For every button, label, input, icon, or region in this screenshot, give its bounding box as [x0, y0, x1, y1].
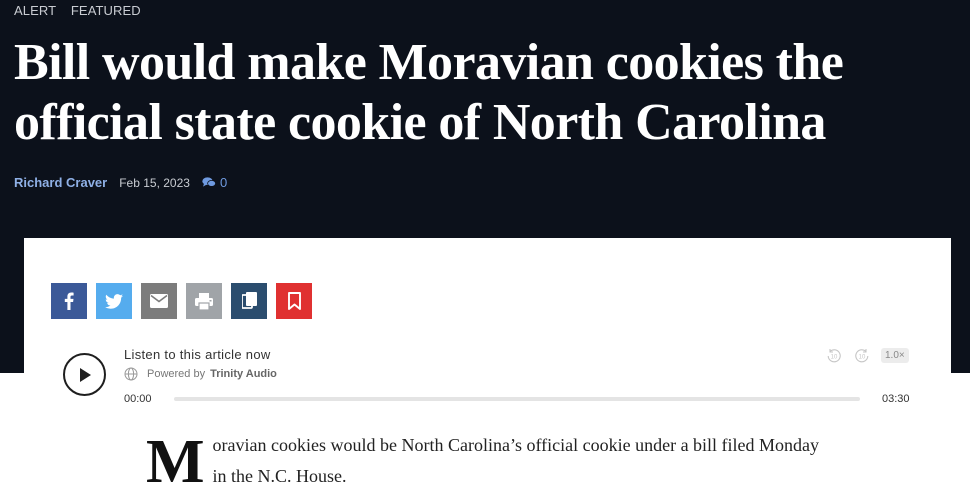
rewind-10-icon: 10 — [827, 349, 841, 363]
bookmark-button[interactable] — [276, 283, 312, 319]
playback-speed-button[interactable]: 1.0× — [881, 348, 909, 363]
forward-button[interactable]: 10 — [854, 348, 870, 364]
rewind-label: 10 — [831, 355, 838, 361]
powered-by-label: Powered by — [147, 368, 206, 380]
audio-provider-link[interactable]: Trinity Audio — [210, 368, 277, 380]
facebook-icon — [64, 292, 74, 310]
tag-featured[interactable]: FEATURED — [71, 3, 141, 18]
bookmark-icon — [287, 292, 301, 310]
email-icon — [150, 294, 168, 308]
print-button[interactable] — [186, 283, 222, 319]
share-toolbar — [51, 283, 321, 319]
copy-icon — [241, 292, 257, 309]
forward-10-icon: 10 — [855, 349, 869, 363]
audio-player: Listen to this article now Powered by Tr… — [62, 345, 912, 415]
author-link[interactable]: Richard Craver — [14, 175, 107, 190]
globe-icon — [124, 367, 138, 381]
comments-icon — [202, 177, 216, 187]
forward-label: 10 — [859, 355, 866, 361]
share-email-button[interactable] — [141, 283, 177, 319]
article-body: M oravian cookies would be North Carolin… — [146, 428, 826, 496]
copy-link-button[interactable] — [231, 283, 267, 319]
current-time: 00:00 — [124, 393, 152, 405]
dropcap-letter: M — [146, 428, 205, 496]
byline: Richard Craver Feb 15, 2023 0 — [14, 175, 227, 190]
comments-link[interactable]: 0 — [202, 175, 227, 190]
share-twitter-button[interactable] — [96, 283, 132, 319]
print-icon — [195, 292, 213, 310]
tag-alert[interactable]: ALERT — [14, 3, 56, 18]
rewind-button[interactable]: 10 — [826, 348, 842, 364]
audio-title: Listen to this article now — [124, 347, 271, 362]
total-time: 03:30 — [882, 393, 910, 405]
category-tags: ALERT FEATURED — [14, 3, 152, 18]
comment-count: 0 — [219, 175, 228, 190]
audio-powered-by: Powered by Trinity Audio — [124, 367, 277, 381]
twitter-icon — [105, 293, 123, 309]
article-headline: Bill would make Moravian cookies the off… — [14, 34, 844, 151]
publish-date: Feb 15, 2023 — [119, 175, 190, 190]
play-icon — [79, 367, 91, 382]
share-facebook-button[interactable] — [51, 283, 87, 319]
play-button[interactable] — [63, 353, 106, 396]
article-first-paragraph: oravian cookies would be North Carolina’… — [212, 435, 820, 486]
audio-progress-bar[interactable] — [174, 397, 860, 401]
